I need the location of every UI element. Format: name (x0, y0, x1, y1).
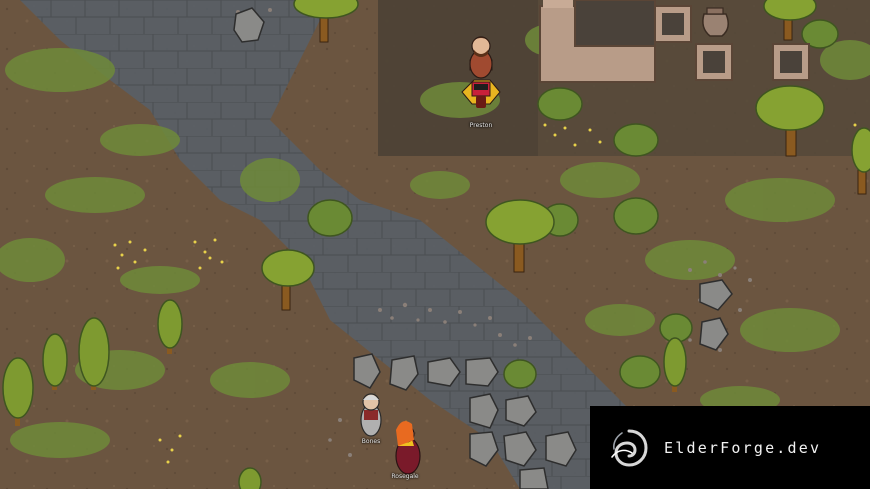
game-viewport[interactable]: Preston Bones Rosegale ElderForge.dev (0, 0, 870, 489)
pawn-label-preston: Preston (469, 122, 493, 129)
watermark-text: ElderForge.dev (664, 438, 822, 457)
pawn-label-rosegale: Rosegale (391, 473, 419, 480)
pawn-label-bones: Bones (361, 438, 381, 445)
poplar-tree[interactable] (238, 467, 262, 489)
building-shadow (378, 0, 538, 156)
swirl-logo-icon (611, 429, 648, 467)
watermark-banner: ElderForge.dev (590, 406, 870, 489)
pawn-bones[interactable] (360, 393, 382, 437)
